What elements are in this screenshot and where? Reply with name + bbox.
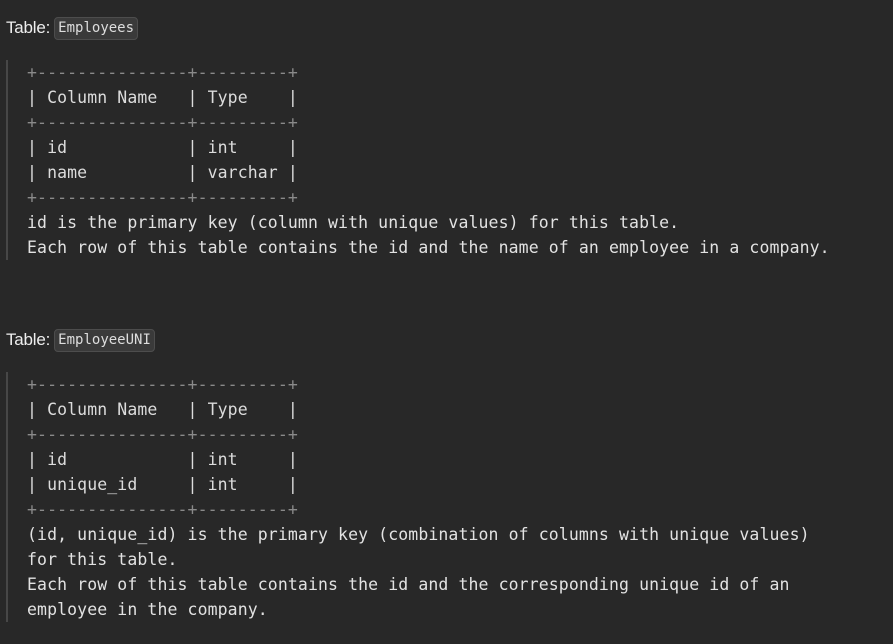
- schema-row: | id | int |: [27, 450, 298, 469]
- employees-schema-block: +---------------+---------+ | Column Nam…: [6, 60, 830, 260]
- description-line: for this table.: [27, 550, 178, 569]
- table-name-chip: EmployeeUNI: [54, 328, 155, 352]
- employeeuni-table-heading: Table: EmployeeUNI: [6, 327, 155, 353]
- employeeuni-schema-block: +---------------+---------+ | Column Nam…: [6, 372, 810, 622]
- table-name-chip: Employees: [54, 16, 139, 40]
- schema-border-line: +---------------+---------+: [27, 113, 298, 132]
- schema-border-line: +---------------+---------+: [27, 188, 298, 207]
- schema-row: | name | varchar |: [27, 163, 298, 182]
- employees-table-heading: Table: Employees: [6, 15, 139, 41]
- description-line: (id, unique_id) is the primary key (comb…: [27, 525, 810, 544]
- description-line: Each row of this table contains the id a…: [27, 575, 790, 594]
- schema-border-line: +---------------+---------+: [27, 425, 298, 444]
- schema-header-row: | Column Name | Type |: [27, 88, 298, 107]
- schema-header-row: | Column Name | Type |: [27, 400, 298, 419]
- schema-row: | id | int |: [27, 138, 298, 157]
- table-label: Table:: [6, 18, 51, 37]
- schema-border-line: +---------------+---------+: [27, 63, 298, 82]
- description-line: id is the primary key (column with uniqu…: [27, 213, 680, 232]
- schema-border-line: +---------------+---------+: [27, 375, 298, 394]
- description-line: employee in the company.: [27, 600, 268, 619]
- schema-border-line: +---------------+---------+: [27, 500, 298, 519]
- schema-row: | unique_id | int |: [27, 475, 298, 494]
- table-label: Table:: [6, 330, 51, 349]
- description-line: Each row of this table contains the id a…: [27, 238, 830, 257]
